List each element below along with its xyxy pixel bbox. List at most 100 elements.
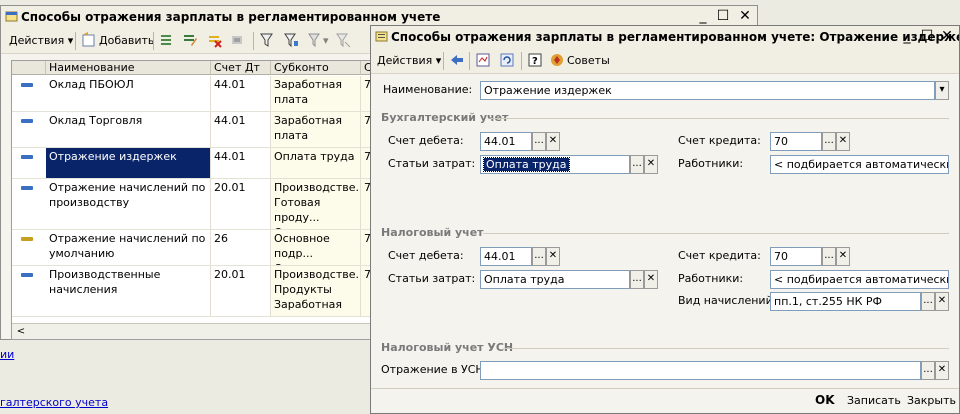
structure-icon[interactable] xyxy=(475,52,491,68)
table-row[interactable]: Отражение начислений по производству 20.0… xyxy=(12,179,372,229)
table-cell-name: Отражение издержек xyxy=(46,148,211,178)
acc-costs-select-button[interactable]: ... xyxy=(630,155,644,174)
tax-debit-select-button[interactable]: ... xyxy=(532,247,546,266)
tax-costs-field[interactable]: Оплата труда xyxy=(480,270,630,289)
usn-field[interactable] xyxy=(480,361,921,380)
tax-debit-clear-button[interactable]: ✕ xyxy=(546,247,560,266)
clear-filter-icon[interactable] xyxy=(335,32,351,48)
name-field[interactable]: Отражение издержек xyxy=(480,81,935,100)
tax-costs-clear-button[interactable]: ✕ xyxy=(644,270,658,289)
usn-select-button[interactable]: ... xyxy=(921,361,935,380)
tax-workers-field[interactable]: < подбирается автоматически > xyxy=(770,270,949,289)
ok-button[interactable]: OK xyxy=(815,393,835,407)
tax-workers-label: Работники: xyxy=(678,272,744,285)
row-divider xyxy=(12,316,372,317)
copy-icon[interactable] xyxy=(159,32,175,48)
table-cell-name: Отражение начислений по умолчанию xyxy=(46,230,211,265)
acc-costs-value: Оплата труда xyxy=(483,157,570,172)
column-header-icon[interactable] xyxy=(12,61,46,75)
bg-actions-menu[interactable]: Действия ▾ xyxy=(9,31,73,51)
acc-workers-label: Работники: xyxy=(678,157,744,170)
table-cell-subconto: Основное подр... Оплата труда xyxy=(271,230,361,265)
item-icon xyxy=(21,83,33,87)
column-header-account-dt[interactable]: Счет Дт xyxy=(211,61,271,75)
table-row[interactable]: Оклад ПБОЮЛ 44.01 Заработная плата 7 xyxy=(12,76,372,111)
filter-icon[interactable] xyxy=(259,32,275,48)
add-icon[interactable] xyxy=(81,32,97,48)
acc-debit-select-button[interactable]: ... xyxy=(532,132,546,151)
default-item-icon xyxy=(21,237,33,241)
table-row[interactable]: Отражение начислений по умолчанию 26 Основ… xyxy=(12,230,372,265)
acc-costs-field[interactable]: Оплата труда xyxy=(480,155,630,174)
save-button[interactable]: Записать xyxy=(847,394,901,407)
edit-icon[interactable] xyxy=(182,32,198,48)
table-row[interactable]: Оклад Торговля 44.01 Заработная плата 7 xyxy=(12,112,372,147)
form-actions-menu[interactable]: Действия ▾ xyxy=(377,51,441,71)
section-divider xyxy=(503,348,949,349)
column-header-name[interactable]: Наименование xyxy=(46,61,211,75)
delete-mark-icon[interactable] xyxy=(207,32,223,48)
toolbar-separator xyxy=(153,32,154,50)
section-divider xyxy=(491,118,949,119)
filter-value-icon[interactable] xyxy=(283,32,299,48)
tax-credit-label: Счет кредита: xyxy=(678,249,761,262)
acc-workers-field[interactable]: < подбирается автоматически > xyxy=(770,155,949,174)
form-toolbar: Действия ▾ ? Советы xyxy=(371,48,959,74)
tax-credit-clear-button[interactable]: ✕ xyxy=(836,247,850,266)
link-partial-1[interactable]: ии xyxy=(0,348,14,361)
usn-clear-button[interactable]: ✕ xyxy=(935,361,949,380)
filter-list-icon[interactable] xyxy=(307,32,323,48)
delete-icon[interactable] xyxy=(230,32,246,48)
column-header-subconto[interactable]: Субконто xyxy=(271,61,361,75)
go-back-icon[interactable] xyxy=(449,52,465,68)
catalog-icon xyxy=(5,11,18,22)
tax-credit-select-button[interactable]: ... xyxy=(822,247,836,266)
tips-button[interactable]: Советы xyxy=(567,51,610,71)
tax-credit-field[interactable]: 70 xyxy=(770,247,822,266)
table-cell-account: 44.01 xyxy=(211,148,271,178)
horizontal-scrollbar[interactable]: < xyxy=(12,323,372,339)
toolbar-separator xyxy=(469,52,470,70)
form-close-button[interactable]: ✕ xyxy=(937,26,957,48)
acc-credit-field[interactable]: 70 xyxy=(770,132,822,151)
table-cell-name: Оклад Торговля xyxy=(46,112,211,147)
usn-label: Отражение в УСН: xyxy=(381,363,488,376)
refresh-icon[interactable] xyxy=(499,52,515,68)
form-footer: OK Записать Закрыть xyxy=(371,388,959,414)
acc-costs-clear-button[interactable]: ✕ xyxy=(644,155,658,174)
acc-credit-select-button[interactable]: ... xyxy=(822,132,836,151)
add-button[interactable]: Добавить xyxy=(99,31,154,51)
filter-dropdown-arrow[interactable]: ▾ xyxy=(323,31,329,51)
table-row[interactable]: Производственные начисления 20.01 Производ… xyxy=(12,266,372,316)
form-title-bar: Способы отражения зарплаты в регламентир… xyxy=(371,26,959,48)
link-partial-2[interactable]: галтерского учета xyxy=(0,396,108,409)
table-cell-subconto: Оплата труда xyxy=(271,148,361,178)
tax-debit-field[interactable]: 44.01 xyxy=(480,247,532,266)
tax-accrual-select-button[interactable]: ... xyxy=(921,292,935,311)
tax-costs-select-button[interactable]: ... xyxy=(630,270,644,289)
table-cell-subconto: Производстве... Готовая проду... Оплата … xyxy=(271,179,361,229)
table-cell-account: 20.01 xyxy=(211,179,271,229)
tax-accrual-clear-button[interactable]: ✕ xyxy=(935,292,949,311)
table-cell-account: 26 xyxy=(211,230,271,265)
tips-icon[interactable] xyxy=(549,52,565,68)
scroll-left-button[interactable]: < xyxy=(14,325,28,338)
table-cell-subconto: Заработная плата xyxy=(271,76,361,111)
acc-debit-field[interactable]: 44.01 xyxy=(480,132,532,151)
form-maximize-button[interactable]: ☐ xyxy=(917,26,937,48)
acc-costs-label: Статьи затрат: xyxy=(388,157,476,170)
acc-credit-clear-button[interactable]: ✕ xyxy=(836,132,850,151)
item-icon xyxy=(21,155,33,159)
tax-accrual-field[interactable]: пп.1, ст.255 НК РФ xyxy=(770,292,921,311)
toolbar-separator xyxy=(521,52,522,70)
name-dropdown-button[interactable]: ▾ xyxy=(935,81,949,100)
table-row[interactable]: Отражение издержек 44.01 Оплата труда 7 xyxy=(12,148,372,178)
form-minimize-button[interactable]: _ xyxy=(897,26,917,48)
close-button[interactable]: Закрыть xyxy=(907,394,956,407)
acc-debit-clear-button[interactable]: ✕ xyxy=(546,132,560,151)
section-divider xyxy=(483,233,949,234)
form-title: Способы отражения зарплаты в регламентир… xyxy=(391,30,959,44)
help-icon[interactable]: ? xyxy=(527,52,543,68)
usn-section-title: Налоговый учет УСН xyxy=(381,341,514,354)
table-cell-name: Оклад ПБОЮЛ xyxy=(46,76,211,111)
